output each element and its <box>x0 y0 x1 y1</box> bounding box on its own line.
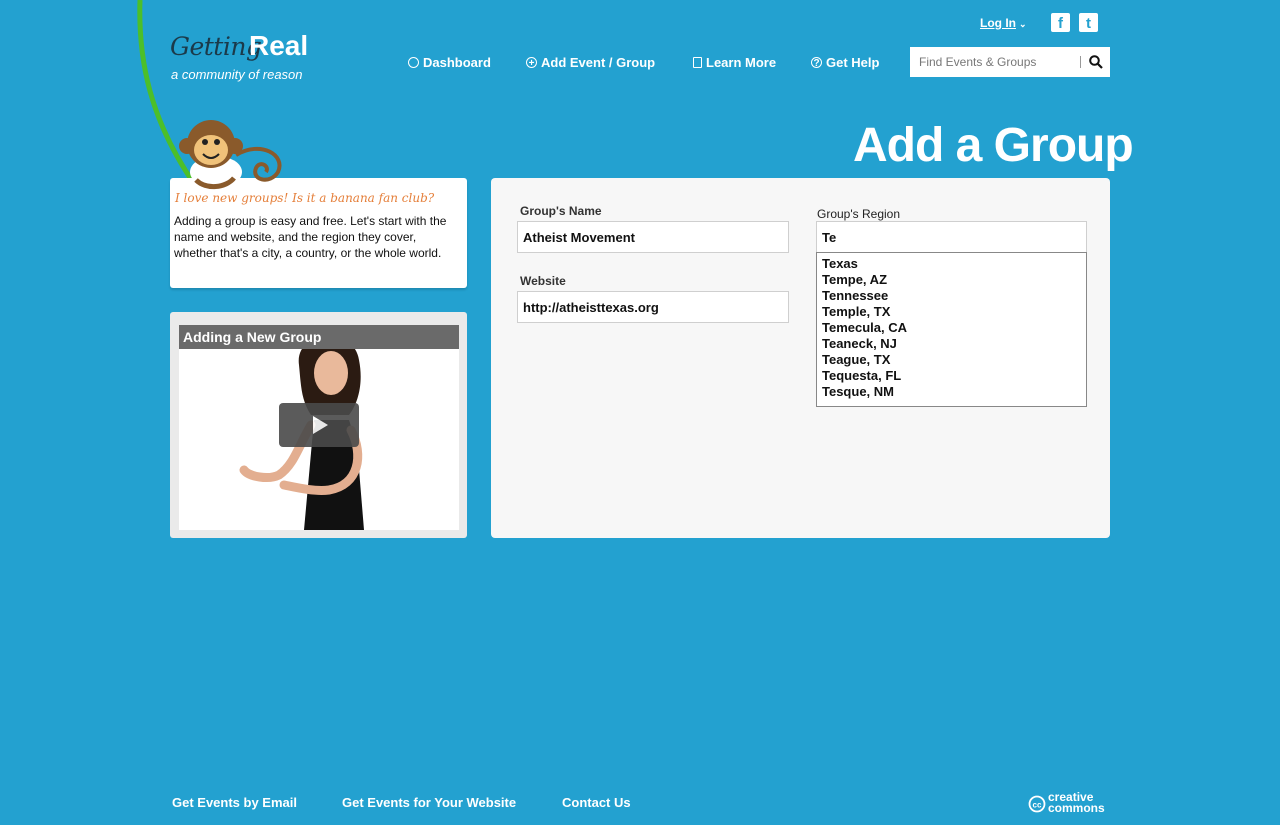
region-suggestion[interactable]: Tequesta, FL <box>822 368 1081 384</box>
region-suggestion[interactable]: Texas <box>822 256 1081 272</box>
search-icon[interactable] <box>1088 54 1104 70</box>
play-button[interactable] <box>279 403 359 447</box>
search-box <box>910 47 1110 77</box>
nav-label: Dashboard <box>423 55 491 70</box>
region-suggestion[interactable]: Temple, TX <box>822 304 1081 320</box>
dashboard-icon <box>408 57 419 68</box>
chevron-down-icon: ⌄ <box>1019 19 1027 29</box>
region-suggestion[interactable]: Tempe, AZ <box>822 272 1081 288</box>
region-suggestion[interactable]: Teague, TX <box>822 352 1081 368</box>
video-player[interactable]: Adding a New Group <box>179 325 459 530</box>
cc-line2: commons <box>1048 801 1105 815</box>
nav-label: Get Help <box>826 55 880 70</box>
nav-label: Learn More <box>706 55 777 70</box>
twitter-icon[interactable]: t <box>1079 13 1098 32</box>
footer-events-for-website[interactable]: Get Events for Your Website <box>342 795 516 810</box>
video-card: Adding a New Group <box>170 312 467 538</box>
region-suggestion[interactable]: Temecula, CA <box>822 320 1081 336</box>
page-title: Add a Group <box>853 119 1134 172</box>
play-icon <box>313 416 328 434</box>
creative-commons-icon: cc <box>1028 795 1046 813</box>
nav-label: Add Event / Group <box>541 55 656 70</box>
creative-commons-link[interactable]: cc creative commons <box>1028 791 1112 816</box>
info-card: I love new groups! Is it a banana fan cl… <box>170 178 467 288</box>
facebook-icon[interactable]: f <box>1051 13 1070 32</box>
group-name-label: Group's Name <box>520 204 602 218</box>
plus-circle-icon: + <box>526 57 537 69</box>
search-input[interactable] <box>910 47 1080 77</box>
region-input[interactable] <box>816 221 1087 253</box>
monkey-mascot-icon <box>179 120 282 189</box>
nav-get-help[interactable]: ? Get Help <box>811 55 879 70</box>
region-suggestions: Texas Tempe, AZ Tennessee Temple, TX Tem… <box>816 252 1087 407</box>
region-suggestion[interactable]: Tesque, NM <box>822 384 1081 400</box>
info-tagline: I love new groups! Is it a banana fan cl… <box>175 191 435 205</box>
nav-learn-more[interactable]: Learn More <box>693 55 776 70</box>
footer-events-by-email[interactable]: Get Events by Email <box>172 795 297 810</box>
add-group-form: Group's Name Website Group's Region Texa… <box>491 178 1110 538</box>
search-divider <box>1080 56 1081 68</box>
nav-add-event-group[interactable]: + Add Event / Group <box>526 55 655 70</box>
book-icon <box>693 57 702 68</box>
svg-text:cc: cc <box>1033 801 1042 810</box>
video-title-bar: Adding a New Group <box>179 325 459 349</box>
login-link[interactable]: Log In ⌄ <box>980 16 1027 30</box>
region-suggestion[interactable]: Tennessee <box>822 288 1081 304</box>
website-input[interactable] <box>517 291 789 323</box>
info-body: Adding a group is easy and free. Let's s… <box>174 214 447 260</box>
website-label: Website <box>520 274 566 288</box>
video-title: Adding a New Group <box>183 329 322 345</box>
logo-tagline: a community of reason <box>171 67 303 82</box>
region-label: Group's Region <box>817 207 901 221</box>
logo-real[interactable]: Real <box>249 30 308 62</box>
nav-dashboard[interactable]: Dashboard <box>408 55 491 70</box>
group-name-input[interactable] <box>517 221 789 253</box>
question-icon: ? <box>811 57 822 69</box>
login-label: Log In <box>980 16 1016 30</box>
region-suggestion[interactable]: Teaneck, NJ <box>822 336 1081 352</box>
logo-getting[interactable]: Getting <box>170 32 262 61</box>
footer-contact-us[interactable]: Contact Us <box>562 795 631 810</box>
